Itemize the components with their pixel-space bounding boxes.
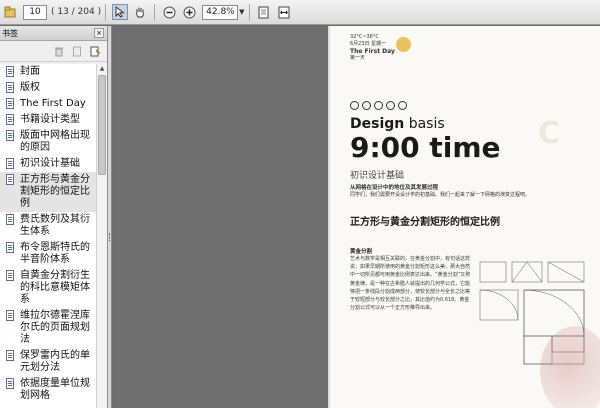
zoom-level-input[interactable]: 42.8% — [202, 4, 239, 20]
bookmark-icon — [6, 214, 14, 225]
panel-title: 书签 — [2, 28, 18, 38]
clock-icon — [374, 101, 383, 110]
list-item[interactable]: The First Day — [0, 96, 96, 112]
design-heading: Design basis — [350, 116, 445, 132]
clock-icon — [362, 101, 371, 110]
list-item[interactable]: 版权 — [0, 80, 96, 96]
list-item[interactable]: 书籍设计类型 — [0, 112, 96, 128]
list-item-selected[interactable]: 正方形与黄金分割矩形的恒定比例 — [0, 172, 96, 212]
chapter-subtitle: 初识设计基础 — [350, 171, 405, 181]
panel-splitter[interactable] — [108, 26, 112, 408]
background-glyph: C — [538, 116, 561, 151]
bookmarks-header: 书签 × — [0, 26, 107, 41]
scroll-up-icon[interactable]: ▲ — [97, 64, 107, 74]
scrollbar-thumb[interactable] — [98, 75, 106, 175]
bookmark-list: 封面 版权 The First Day 书籍设计类型 版面中网格出现的原因 初识… — [0, 64, 96, 408]
time-heading: 9:00 time — [350, 131, 501, 164]
clock-icons — [350, 101, 407, 110]
zoom-dropdown-icon[interactable]: ▼ — [239, 8, 244, 16]
bookmark-scrollbar[interactable]: ▲ — [96, 64, 107, 408]
list-item[interactable]: 依据度量单位规划网格 — [0, 376, 96, 404]
section-title: 正方形与黄金分割矩形的恒定比例 — [350, 217, 500, 228]
list-item[interactable]: 自黄金分割衍生的科比意模矩体系 — [0, 268, 96, 308]
bookmark-icon — [6, 242, 14, 253]
bookmark-icon — [6, 174, 14, 185]
zoom-out-icon[interactable] — [161, 4, 177, 20]
splitter-grip-icon[interactable] — [109, 233, 111, 241]
bookmark-icon — [6, 158, 14, 169]
bookmark-icon — [6, 114, 14, 125]
toolbar-divider — [154, 3, 156, 21]
list-item[interactable]: 封面 — [0, 64, 96, 80]
subsection-title: 黄金分割 — [350, 249, 373, 255]
bookmark-icon — [6, 378, 14, 389]
bookmark-icon — [6, 82, 14, 93]
zoom-in-icon[interactable] — [181, 4, 197, 20]
document-page: C 32°C~36°C 6月23日 星期一 The First Day 第一天 … — [328, 26, 600, 408]
bookmark-options-icon[interactable] — [89, 45, 101, 57]
list-item[interactable]: 初识设计基础 — [0, 156, 96, 172]
toolbar-divider — [105, 3, 107, 21]
list-item[interactable]: 布令恩斯特氏的半音阶体系 — [0, 240, 96, 268]
bookmark-icon — [6, 98, 14, 109]
bookmarks-panel: 书签 × 封面 版权 The First Day 书籍设计类型 版面中网格出现的… — [0, 26, 108, 408]
body-text: 艺术与数学是相互关联的，在黄金分割中，有句话这样说：如果早期所使用的黄金分割矩形… — [350, 256, 471, 312]
clock-icon — [386, 101, 395, 110]
lead-paragraph: 从网格在设计中的地位及其发展过程 同学们，我们需要开设设计学的初基础。我们一起来… — [350, 185, 531, 198]
hand-tool-icon[interactable] — [132, 4, 148, 20]
running-header: 32°C~36°C 6月23日 星期一 The First Day 第一天 — [350, 34, 395, 61]
page-count: ( 13 / 204 ) — [51, 7, 102, 17]
select-tool-icon[interactable] — [112, 4, 129, 20]
new-bookmark-icon[interactable] — [71, 45, 83, 57]
bookmark-icon — [6, 130, 14, 141]
list-item[interactable]: 费氏数列及其衍生体系 — [0, 212, 96, 240]
bookmark-icon — [6, 270, 14, 281]
sun-icon — [396, 37, 411, 52]
delete-bookmark-icon[interactable] — [53, 45, 65, 57]
clock-icon — [398, 101, 407, 110]
list-item[interactable]: 保罗雷内氏的单元划分法 — [0, 348, 96, 376]
clock-icon — [350, 101, 359, 110]
toolbar: 10 ( 13 / 204 ) 42.8% ▼ — [0, 0, 600, 25]
open-file-icon[interactable] — [2, 4, 18, 20]
page-number-input[interactable]: 10 — [23, 4, 47, 20]
page-edge — [328, 26, 331, 408]
bookmark-icon — [6, 350, 14, 361]
fit-page-icon[interactable] — [256, 4, 272, 20]
close-panel-icon[interactable]: × — [94, 28, 104, 38]
bookmark-icon — [6, 66, 14, 77]
list-item[interactable]: 维拉尔德霍涅库尔氏的页面规划法 — [0, 308, 96, 348]
bookmark-icon — [6, 310, 14, 321]
fit-width-icon[interactable] — [276, 4, 292, 20]
list-item[interactable]: 版面中网格出现的原因 — [0, 128, 96, 156]
bookmarks-toolbar — [0, 41, 107, 62]
toolbar-divider — [248, 3, 250, 21]
